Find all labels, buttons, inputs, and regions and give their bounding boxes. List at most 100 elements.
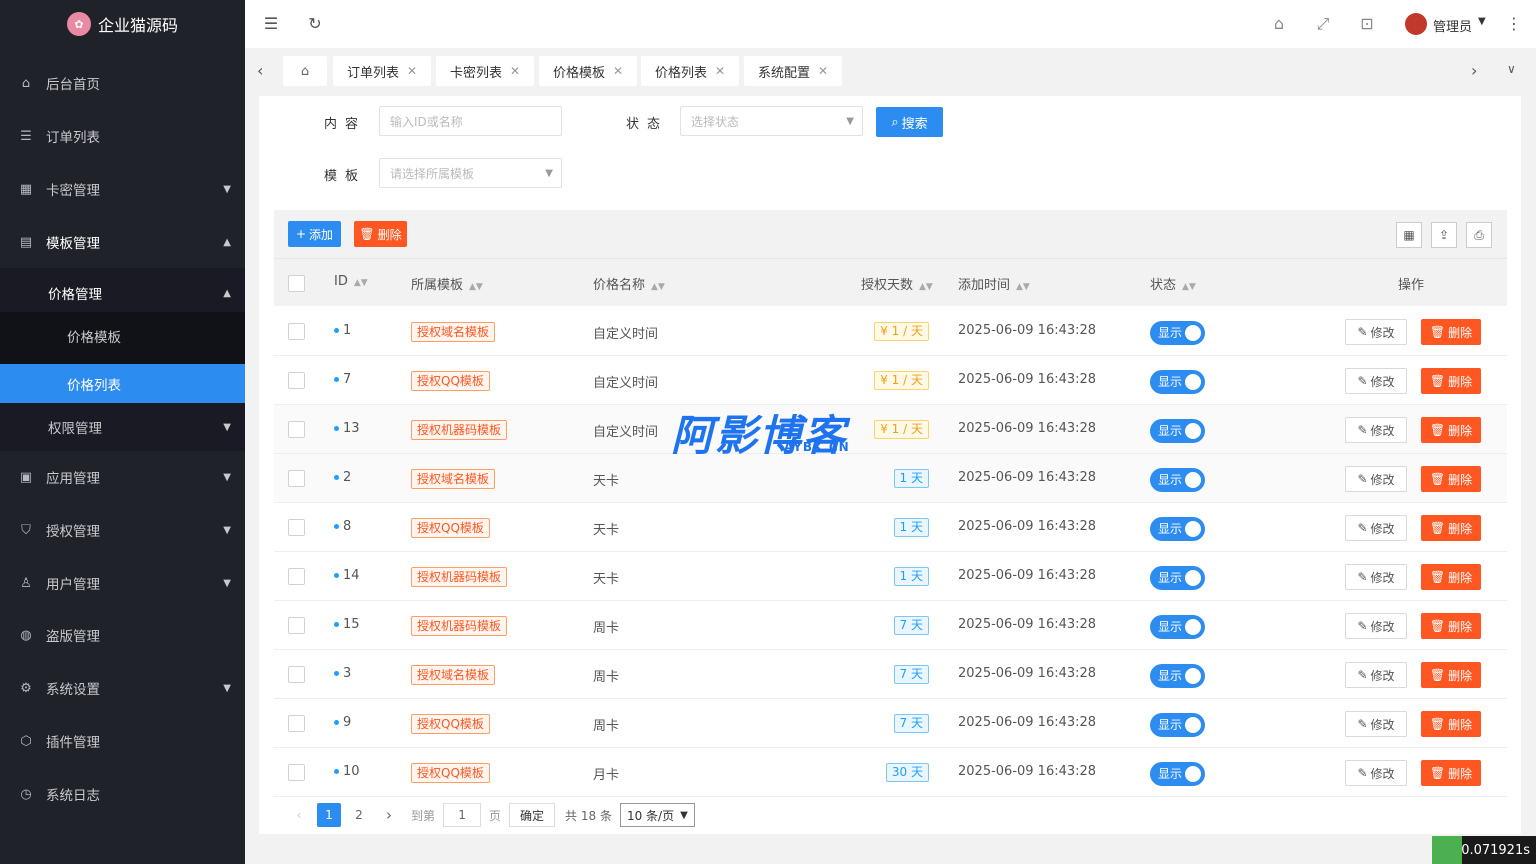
row-checkbox[interactable] <box>288 323 305 340</box>
sidebar-item-orders[interactable]: ☰ 订单列表 <box>0 115 245 157</box>
sidebar-item-users[interactable]: ♙ 用户管理 ▼ <box>0 562 245 604</box>
columns-icon[interactable]: ▦ <box>1396 222 1422 248</box>
edit-button[interactable]: ✎ 修改 <box>1345 417 1407 443</box>
close-icon[interactable]: ✕ <box>818 64 828 78</box>
row-checkbox[interactable] <box>288 519 305 536</box>
page-1[interactable]: 1 <box>317 803 341 827</box>
sidebar-item-authorization[interactable]: ⛉ 授权管理 ▼ <box>0 509 245 551</box>
status-toggle[interactable]: 显示 <box>1150 370 1205 394</box>
edit-button[interactable]: ✎ 修改 <box>1345 319 1407 345</box>
edit-button[interactable]: ✎ 修改 <box>1345 466 1407 492</box>
per-page-select[interactable]: 10 条/页 ▼ <box>619 803 695 827</box>
delete-button[interactable]: 🗑 删除 <box>1421 760 1481 786</box>
sidebar-item-logs[interactable]: ◷ 系统日志 <box>0 773 245 815</box>
row-checkbox[interactable] <box>288 617 305 634</box>
user-name[interactable]: 管理员 <box>1433 16 1472 35</box>
sidebar-item-home[interactable]: ⌂ 后台首页 <box>0 62 245 104</box>
fullscreen-icon[interactable]: ⤢ <box>1313 14 1333 34</box>
select-all-checkbox[interactable] <box>288 275 305 292</box>
export-icon[interactable]: ⇪ <box>1431 222 1457 248</box>
more-icon[interactable]: ⋮ <box>1504 14 1524 33</box>
status-toggle[interactable]: 显示 <box>1150 468 1205 492</box>
sidebar-item-cards[interactable]: ▦ 卡密管理 ▼ <box>0 168 245 210</box>
add-button[interactable]: + 添加 <box>288 221 341 247</box>
header-id[interactable]: ID ▲▼ <box>334 274 368 289</box>
status-toggle[interactable]: 显示 <box>1150 713 1205 737</box>
delete-button[interactable]: 🗑 删除 <box>1421 564 1481 590</box>
header-status[interactable]: 状态 ▲▼ <box>1150 274 1196 293</box>
sidebar-item-permissions[interactable]: 权限管理 ▼ <box>0 406 245 448</box>
next-page-icon[interactable]: › <box>377 803 401 827</box>
avatar[interactable] <box>1405 13 1427 35</box>
edit-button[interactable]: ✎ 修改 <box>1345 613 1407 639</box>
status-toggle[interactable]: 显示 <box>1150 762 1205 786</box>
row-checkbox[interactable] <box>288 715 305 732</box>
delete-button[interactable]: 🗑 删除 <box>1421 662 1481 688</box>
sidebar-item-templates[interactable]: ▤ 模板管理 ▲ <box>0 221 245 263</box>
tab-home[interactable]: ⌂ <box>283 56 327 86</box>
close-icon[interactable]: ✕ <box>407 64 417 78</box>
prev-page-icon[interactable]: ‹ <box>287 803 311 827</box>
sidebar-item-piracy[interactable]: ◍ 盗版管理 <box>0 614 245 656</box>
goto-confirm-button[interactable]: 确定 <box>509 803 556 827</box>
row-checkbox[interactable] <box>288 372 305 389</box>
sidebar-item-system-settings[interactable]: ⚙ 系统设置 ▼ <box>0 667 245 709</box>
status-select[interactable]: 选择状态 ▼ <box>680 106 863 136</box>
tabs-next-icon[interactable]: › <box>1471 61 1477 80</box>
edit-button[interactable]: ✎ 修改 <box>1345 760 1407 786</box>
sidebar-item-price-list[interactable]: 价格列表 <box>0 364 245 403</box>
tabs-prev-icon[interactable]: ‹ <box>257 61 263 80</box>
edit-button[interactable]: ✎ 修改 <box>1345 662 1407 688</box>
close-icon[interactable]: ✕ <box>510 64 520 78</box>
row-checkbox[interactable] <box>288 568 305 585</box>
row-checkbox[interactable] <box>288 421 305 438</box>
status-toggle[interactable]: 显示 <box>1150 321 1205 345</box>
status-toggle[interactable]: 显示 <box>1150 615 1205 639</box>
status-toggle[interactable]: 显示 <box>1150 566 1205 590</box>
row-checkbox[interactable] <box>288 666 305 683</box>
header-name[interactable]: 价格名称 ▲▼ <box>593 274 665 293</box>
content-search-input[interactable]: 输入ID或名称 <box>379 106 562 136</box>
goto-input[interactable]: 1 <box>443 803 482 827</box>
edit-button[interactable]: ✎ 修改 <box>1345 368 1407 394</box>
row-checkbox[interactable] <box>288 470 305 487</box>
logo[interactable]: ✿ 企业猫源码 <box>0 0 245 48</box>
template-select[interactable]: 请选择所属模板 ▼ <box>379 158 562 188</box>
sidebar-item-plugins[interactable]: ⬡ 插件管理 <box>0 720 245 762</box>
tag-icon[interactable]: ⌂ <box>1269 14 1289 33</box>
row-checkbox[interactable] <box>288 764 305 781</box>
edit-button[interactable]: ✎ 修改 <box>1345 515 1407 541</box>
header-template[interactable]: 所属模板 ▲▼ <box>411 274 483 293</box>
header-days[interactable]: 授权天数 ▲▼ <box>861 274 933 293</box>
lock-icon[interactable]: ⊡ <box>1357 14 1377 33</box>
status-toggle[interactable]: 显示 <box>1150 419 1205 443</box>
edit-button[interactable]: ✎ 修改 <box>1345 711 1407 737</box>
close-icon[interactable]: ✕ <box>715 64 725 78</box>
header-time[interactable]: 添加时间 ▲▼ <box>958 274 1030 293</box>
edit-button[interactable]: ✎ 修改 <box>1345 564 1407 590</box>
tab-price-template[interactable]: 价格模板 ✕ <box>539 56 638 86</box>
close-icon[interactable]: ✕ <box>613 64 623 78</box>
delete-button[interactable]: 🗑 删除 <box>1421 417 1481 443</box>
sidebar-item-price-template[interactable]: 价格模板 <box>0 315 245 357</box>
tab-orders[interactable]: 订单列表 ✕ <box>333 56 432 86</box>
delete-button[interactable]: 🗑 删除 <box>1421 319 1481 345</box>
tabs-menu-icon[interactable]: ∨ <box>1507 62 1516 76</box>
delete-button[interactable]: 🗑 删除 <box>1421 515 1481 541</box>
search-button[interactable]: ⌕ 搜索 <box>876 107 943 137</box>
delete-button[interactable]: 🗑 删除 <box>1421 466 1481 492</box>
menu-toggle-icon[interactable]: ☰ <box>261 14 281 33</box>
refresh-icon[interactable]: ↻ <box>305 14 325 33</box>
status-toggle[interactable]: 显示 <box>1150 664 1205 688</box>
sidebar-item-price-management[interactable]: 价格管理 ▲ <box>0 272 245 314</box>
delete-button[interactable]: 🗑 删除 <box>1421 368 1481 394</box>
print-icon[interactable]: ⎙ <box>1466 222 1492 248</box>
tab-price-list[interactable]: 价格列表 ✕ <box>641 56 740 86</box>
bulk-delete-button[interactable]: 🗑 删除 <box>354 221 407 247</box>
status-toggle[interactable]: 显示 <box>1150 517 1205 541</box>
page-2[interactable]: 2 <box>347 803 371 827</box>
caret-down-icon[interactable]: ▼ <box>1478 16 1486 27</box>
delete-button[interactable]: 🗑 删除 <box>1421 711 1481 737</box>
delete-button[interactable]: 🗑 删除 <box>1421 613 1481 639</box>
tab-cards[interactable]: 卡密列表 ✕ <box>436 56 535 86</box>
